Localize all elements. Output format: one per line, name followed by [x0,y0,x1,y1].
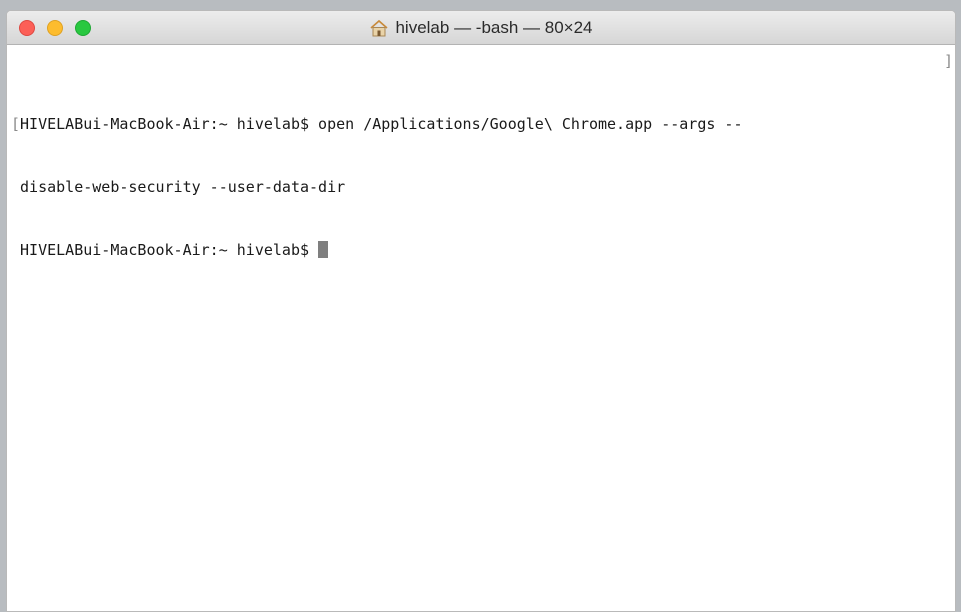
line-wrap-bracket-right: ] [943,52,953,70]
window-title: hivelab — -bash — 80×24 [7,11,955,45]
line-wrap-bracket-left: [ [11,115,21,133]
terminal-line-text: HIVELABui-MacBook-Air:~ hivelab$ open /A… [20,115,743,133]
terminal-line-text: disable-web-security --user-data-dir [11,178,346,196]
terminal-window: hivelab — -bash — 80×24 ] [HIVELABui-Mac… [6,10,956,612]
text-cursor [318,241,329,258]
terminal-prompt: HIVELABui-MacBook-Air:~ hivelab$ [11,241,319,259]
home-icon [370,19,388,37]
terminal-line: disable-web-security --user-data-dir [11,177,955,198]
window-title-text: hivelab — -bash — 80×24 [395,18,593,37]
terminal-line: HIVELABui-MacBook-Air:~ hivelab$ [11,240,955,261]
title-bar[interactable]: hivelab — -bash — 80×24 [7,11,955,45]
terminal-content[interactable]: ] [HIVELABui-MacBook-Air:~ hivelab$ open… [7,45,955,303]
terminal-line: [HIVELABui-MacBook-Air:~ hivelab$ open /… [11,114,955,135]
